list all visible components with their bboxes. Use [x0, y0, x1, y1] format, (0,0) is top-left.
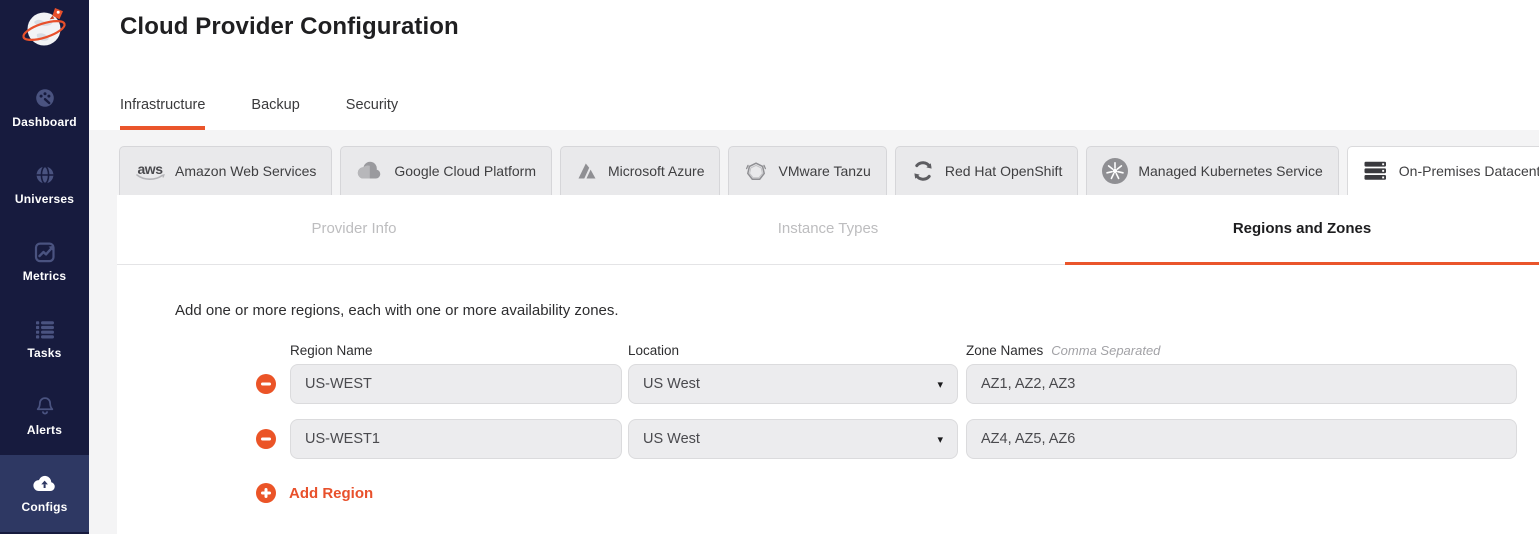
- zone-names-input[interactable]: [966, 419, 1517, 459]
- sidebar-item-universes[interactable]: Universes: [0, 147, 89, 224]
- planet-rocket-logo-icon: [19, 3, 71, 55]
- grid-header-row: Region Name Location Zone Names Comma Sep…: [256, 343, 1517, 358]
- regions-grid: Region Name Location Zone Names Comma Sep…: [117, 343, 1539, 459]
- globe-icon: [34, 163, 56, 187]
- bell-icon: [34, 394, 56, 418]
- zone-names-input[interactable]: [966, 364, 1517, 404]
- app-logo[interactable]: [0, 0, 89, 70]
- provider-panel: Provider Info Instance Types Regions and…: [117, 195, 1539, 534]
- azure-icon: [576, 161, 598, 181]
- remove-region-button[interactable]: [256, 429, 276, 449]
- provider-tab-label: Microsoft Azure: [608, 163, 704, 179]
- provider-tab-azure[interactable]: Microsoft Azure: [560, 146, 720, 195]
- page-header: Cloud Provider Configuration Infrastruct…: [89, 0, 1539, 130]
- zone-names-hint: Comma Separated: [1051, 343, 1160, 358]
- location-select-value: US West: [643, 376, 700, 392]
- provider-tab-label: VMware Tanzu: [778, 163, 870, 179]
- cloud-upload-icon: [32, 471, 58, 495]
- location-select-value: US West: [643, 431, 700, 447]
- provider-tab-kubernetes[interactable]: Managed Kubernetes Service: [1086, 146, 1338, 195]
- tab-infrastructure[interactable]: Infrastructure: [120, 97, 205, 130]
- provider-tab-tanzu[interactable]: VMware Tanzu: [728, 146, 886, 195]
- provider-tab-label: Google Cloud Platform: [394, 163, 536, 179]
- sidebar-item-label: Alerts: [27, 423, 62, 437]
- column-header-region-name: Region Name: [290, 343, 622, 358]
- sidebar-item-label: Metrics: [23, 269, 66, 283]
- provider-tab-label: Amazon Web Services: [175, 163, 316, 179]
- provider-tab-aws[interactable]: aws Amazon Web Services: [119, 146, 332, 195]
- app-window: Dashboard Universes Metrics: [0, 0, 1539, 534]
- chevron-down-icon: ▾: [937, 378, 943, 391]
- remove-region-button[interactable]: [256, 374, 276, 394]
- content-area: aws Amazon Web Services: [89, 130, 1539, 534]
- provider-subtabs: Provider Info Instance Types Regions and…: [117, 195, 1539, 265]
- subtab-regions-zones[interactable]: Regions and Zones: [1065, 195, 1539, 265]
- region-row: US West ▾: [256, 419, 1517, 459]
- main-tabs: Infrastructure Backup Security: [120, 97, 398, 130]
- provider-tab-label: Managed Kubernetes Service: [1138, 163, 1322, 179]
- location-select[interactable]: US West ▾: [628, 364, 958, 404]
- sidebar-item-label: Universes: [15, 192, 74, 206]
- sidebar-item-tasks[interactable]: Tasks: [0, 301, 89, 378]
- sidebar-item-alerts[interactable]: Alerts: [0, 378, 89, 455]
- vmware-tanzu-icon: [744, 160, 768, 182]
- add-region-label: Add Region: [289, 485, 373, 502]
- provider-tab-openshift[interactable]: Red Hat OpenShift: [895, 146, 1079, 195]
- regions-form: Add one or more regions, each with one o…: [117, 265, 1539, 503]
- main-area: Cloud Provider Configuration Infrastruct…: [89, 0, 1539, 534]
- tasks-list-icon: [34, 317, 56, 341]
- zone-names-label: Zone Names: [966, 343, 1043, 358]
- openshift-icon: [911, 159, 935, 183]
- form-instruction: Add one or more regions, each with one o…: [175, 302, 1539, 319]
- server-stack-icon: [1363, 160, 1389, 182]
- provider-tab-label: Red Hat OpenShift: [945, 163, 1063, 179]
- gcp-cloud-icon: [356, 161, 384, 181]
- region-row: US West ▾: [256, 364, 1517, 404]
- column-header-zone-names: Zone Names Comma Separated: [966, 343, 1517, 358]
- column-header-location: Location: [628, 343, 958, 358]
- metrics-chart-icon: [34, 240, 56, 264]
- region-name-input[interactable]: [290, 364, 622, 404]
- tab-backup[interactable]: Backup: [251, 97, 299, 130]
- add-region-button[interactable]: Add Region: [117, 483, 373, 503]
- provider-tab-label: On-Premises Datacenters: [1399, 163, 1539, 179]
- subtab-provider-info[interactable]: Provider Info: [117, 195, 591, 265]
- provider-tab-onprem[interactable]: On-Premises Datacenters: [1347, 146, 1539, 195]
- dashboard-gauge-icon: [34, 86, 56, 110]
- location-select[interactable]: US West ▾: [628, 419, 958, 459]
- provider-tab-gcp[interactable]: Google Cloud Platform: [340, 146, 552, 195]
- sidebar-item-label: Tasks: [27, 346, 61, 360]
- sidebar-item-label: Dashboard: [12, 115, 76, 129]
- plus-icon: [256, 483, 276, 503]
- sidebar-item-configs[interactable]: Configs: [0, 455, 89, 532]
- sidebar-item-dashboard[interactable]: Dashboard: [0, 70, 89, 147]
- sidebar: Dashboard Universes Metrics: [0, 0, 89, 534]
- subtab-instance-types[interactable]: Instance Types: [591, 195, 1065, 265]
- kubernetes-helm-icon: [1102, 158, 1128, 184]
- provider-tabs: aws Amazon Web Services: [119, 146, 1539, 195]
- page-title: Cloud Provider Configuration: [120, 13, 1539, 41]
- sidebar-item-metrics[interactable]: Metrics: [0, 224, 89, 301]
- sidebar-item-label: Configs: [21, 500, 67, 514]
- tab-security[interactable]: Security: [346, 97, 398, 130]
- aws-icon: aws: [135, 162, 165, 181]
- chevron-down-icon: ▾: [937, 433, 943, 446]
- region-name-input[interactable]: [290, 419, 622, 459]
